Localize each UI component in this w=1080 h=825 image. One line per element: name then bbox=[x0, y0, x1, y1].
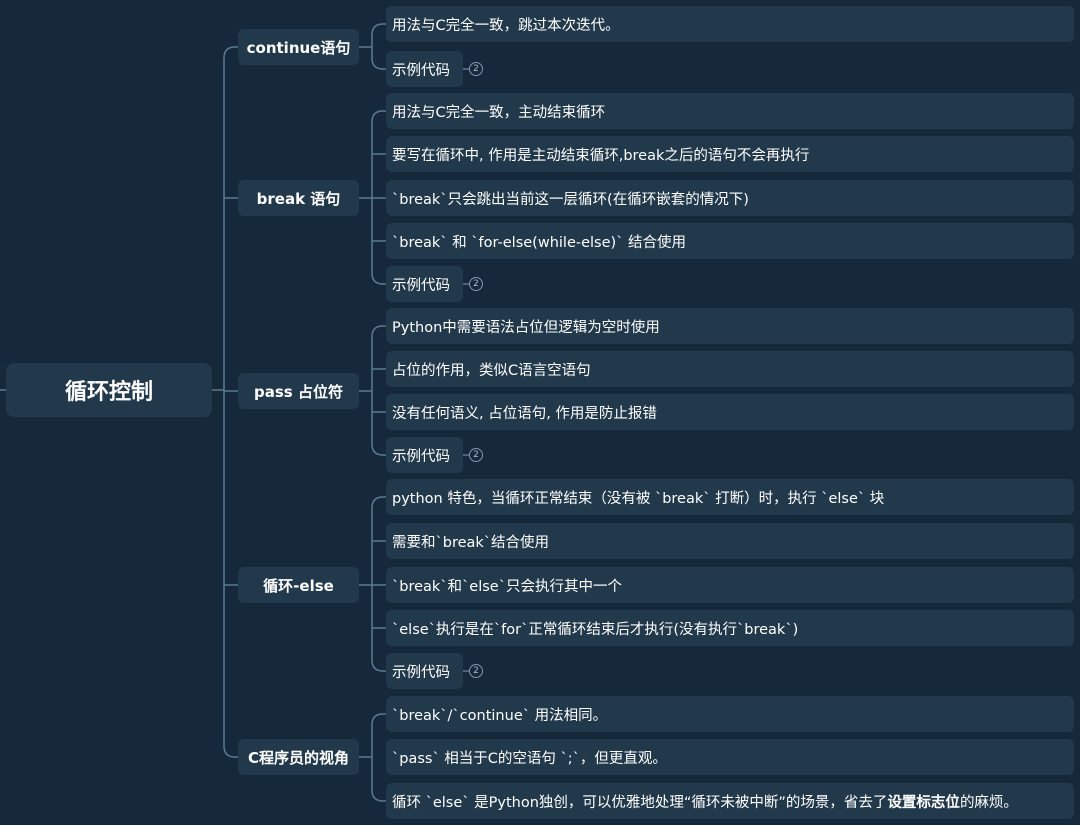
leaf-text-start: 循环 `else` 是Python独创，可以优雅地处理“循环未被中断”的场景，省… bbox=[392, 794, 888, 811]
branch-loop-else[interactable]: 循环-else bbox=[238, 567, 359, 603]
leaf-node[interactable]: `else`执行是在`for`正常循环结束后才执行(没有执行`break`) bbox=[386, 610, 1074, 646]
example-code-node[interactable]: 示例代码 bbox=[386, 266, 463, 302]
leaf-node[interactable]: `break`/`continue` 用法相同。 bbox=[386, 696, 1074, 732]
branch-break[interactable]: break 语句 bbox=[238, 180, 359, 216]
branch-c-perspective[interactable]: C程序员的视角 bbox=[238, 739, 359, 775]
leaf-text-end: 的麻烦。 bbox=[959, 794, 1018, 811]
leaf-node[interactable]: 循环 `else` 是Python独创，可以优雅地处理“循环未被中断”的场景，省… bbox=[386, 783, 1074, 819]
leaf-node[interactable]: `break`和`else`只会执行其中一个 bbox=[386, 567, 1074, 603]
leaf-text-bold: 设置标志位 bbox=[887, 794, 960, 811]
leaf-node[interactable]: python 特色，当循环正常结束（没有被 `break` 打断）时，执行 `e… bbox=[386, 479, 1074, 515]
example-code-node[interactable]: 示例代码 bbox=[386, 653, 463, 689]
branch-continue[interactable]: continue语句 bbox=[238, 29, 359, 65]
leaf-node[interactable]: 需要和`break`结合使用 bbox=[386, 523, 1074, 559]
leaf-node[interactable]: 占位的作用，类似C语言空语句 bbox=[386, 351, 1074, 387]
leaf-node[interactable]: 用法与C完全一致，主动结束循环 bbox=[386, 93, 1074, 129]
leaf-node[interactable]: `break` 和 `for-else(while-else)` 结合使用 bbox=[386, 223, 1074, 259]
leaf-node[interactable]: Python中需要语法占位但逻辑为空时使用 bbox=[386, 308, 1074, 344]
attachment-count-badge[interactable]: 2 bbox=[469, 664, 483, 678]
root-node[interactable]: 循环控制 bbox=[6, 363, 212, 417]
branch-pass[interactable]: pass 占位符 bbox=[238, 373, 359, 409]
attachment-count-badge[interactable]: 2 bbox=[469, 448, 483, 462]
leaf-node[interactable]: 要写在循环中, 作用是主动结束循环,break之后的语句不会再执行 bbox=[386, 136, 1074, 172]
leaf-node[interactable]: 用法与C完全一致，跳过本次迭代。 bbox=[386, 6, 1074, 42]
leaf-node[interactable]: `pass` 相当于C的空语句 `;`，但更直观。 bbox=[386, 739, 1074, 775]
example-code-node[interactable]: 示例代码 bbox=[386, 51, 463, 87]
example-code-node[interactable]: 示例代码 bbox=[386, 437, 463, 473]
leaf-node[interactable]: 没有任何语义, 占位语句, 作用是防止报错 bbox=[386, 394, 1074, 430]
attachment-count-badge[interactable]: 2 bbox=[469, 277, 483, 291]
leaf-node[interactable]: `break`只会跳出当前这一层循环(在循环嵌套的情况下) bbox=[386, 180, 1074, 216]
mind-map: 循环控制 continue语句 break 语句 pass 占位符 循环-els… bbox=[0, 0, 1080, 825]
attachment-count-badge[interactable]: 2 bbox=[469, 62, 483, 76]
